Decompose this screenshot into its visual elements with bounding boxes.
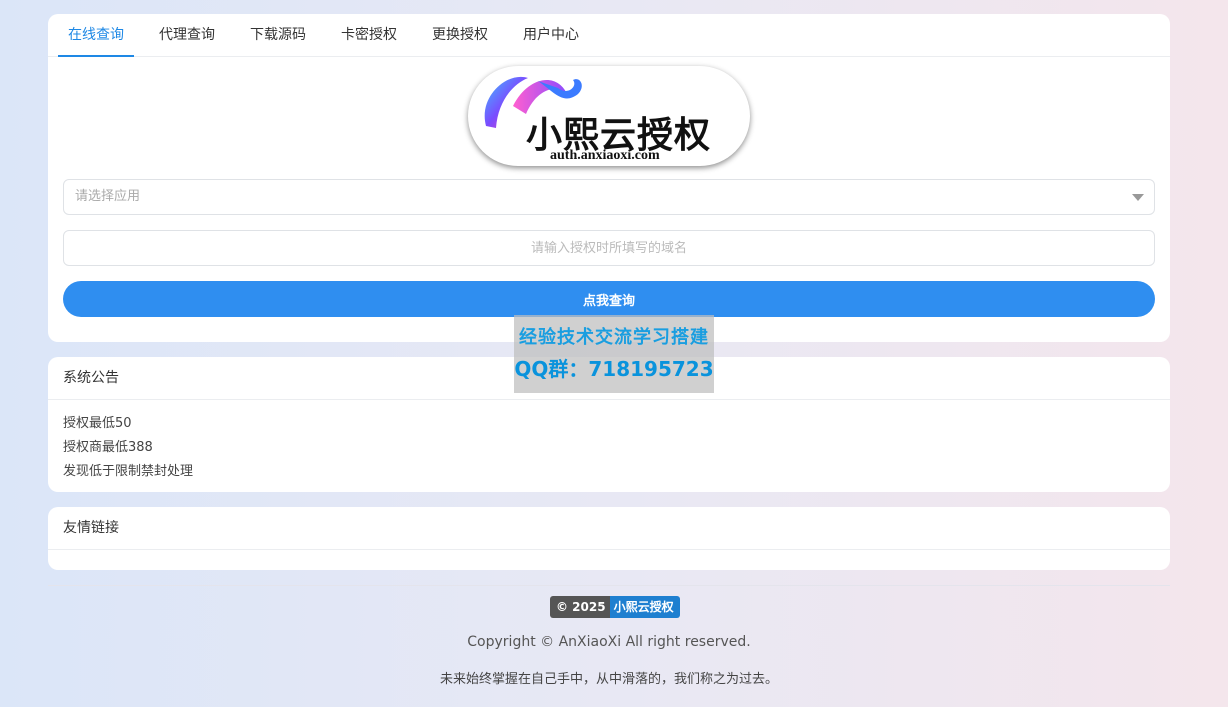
badge-site-name: 小熙云授权: [609, 596, 680, 618]
badge-year: © 2025: [550, 596, 610, 618]
watermark-overlay: 经验技术交流学习搭建 QQ群：718195723: [514, 315, 714, 393]
tab-agent-query[interactable]: 代理查询: [149, 14, 225, 57]
tab-card-auth[interactable]: 卡密授权: [331, 14, 407, 57]
query-button[interactable]: 点我查询: [63, 281, 1155, 317]
tab-online-query[interactable]: 在线查询: [58, 14, 134, 57]
copyright-text: Copyright © AnXiaoXi All right reserved.: [467, 634, 751, 650]
tab-download-source[interactable]: 下载源码: [240, 14, 316, 57]
footer-divider: [48, 585, 1170, 586]
notice-line: 授权最低50: [63, 416, 132, 431]
motto-text: 未来始终掌握在自己手中，从中滑落的，我们称之为过去。: [439, 672, 778, 687]
friend-links-title: 友情链接: [48, 507, 1170, 550]
footer-badge: © 2025 小熙云授权: [550, 596, 680, 618]
notice-line: 授权商最低388: [63, 440, 153, 455]
notice-line: 发现低于限制禁封处理: [63, 464, 194, 479]
watermark-line2: QQ群：718195723: [514, 357, 714, 381]
tab-change-auth[interactable]: 更换授权: [422, 14, 498, 57]
app-select-placeholder: 请选择应用: [75, 189, 141, 204]
domain-input[interactable]: [63, 230, 1155, 266]
chevron-down-icon: [1132, 194, 1144, 201]
watermark-line1: 经验技术交流学习搭建: [519, 327, 709, 348]
tab-user-center[interactable]: 用户中心: [513, 14, 589, 57]
logo: 小熙云授权 auth.anxiaoxi.com: [468, 66, 750, 166]
logo-subtitle: auth.anxiaoxi.com: [550, 148, 660, 163]
tab-bar: 在线查询 代理查询 下载源码 卡密授权 更换授权 用户中心: [48, 14, 1170, 57]
friend-links-card: 友情链接: [48, 507, 1170, 570]
query-card: 在线查询 代理查询 下载源码 卡密授权 更换授权 用户中心 小熙云授权 auth…: [48, 14, 1170, 342]
app-select[interactable]: 请选择应用: [63, 179, 1155, 215]
notice-body: 授权最低50 授权商最低388 发现低于限制禁封处理: [48, 400, 1170, 484]
